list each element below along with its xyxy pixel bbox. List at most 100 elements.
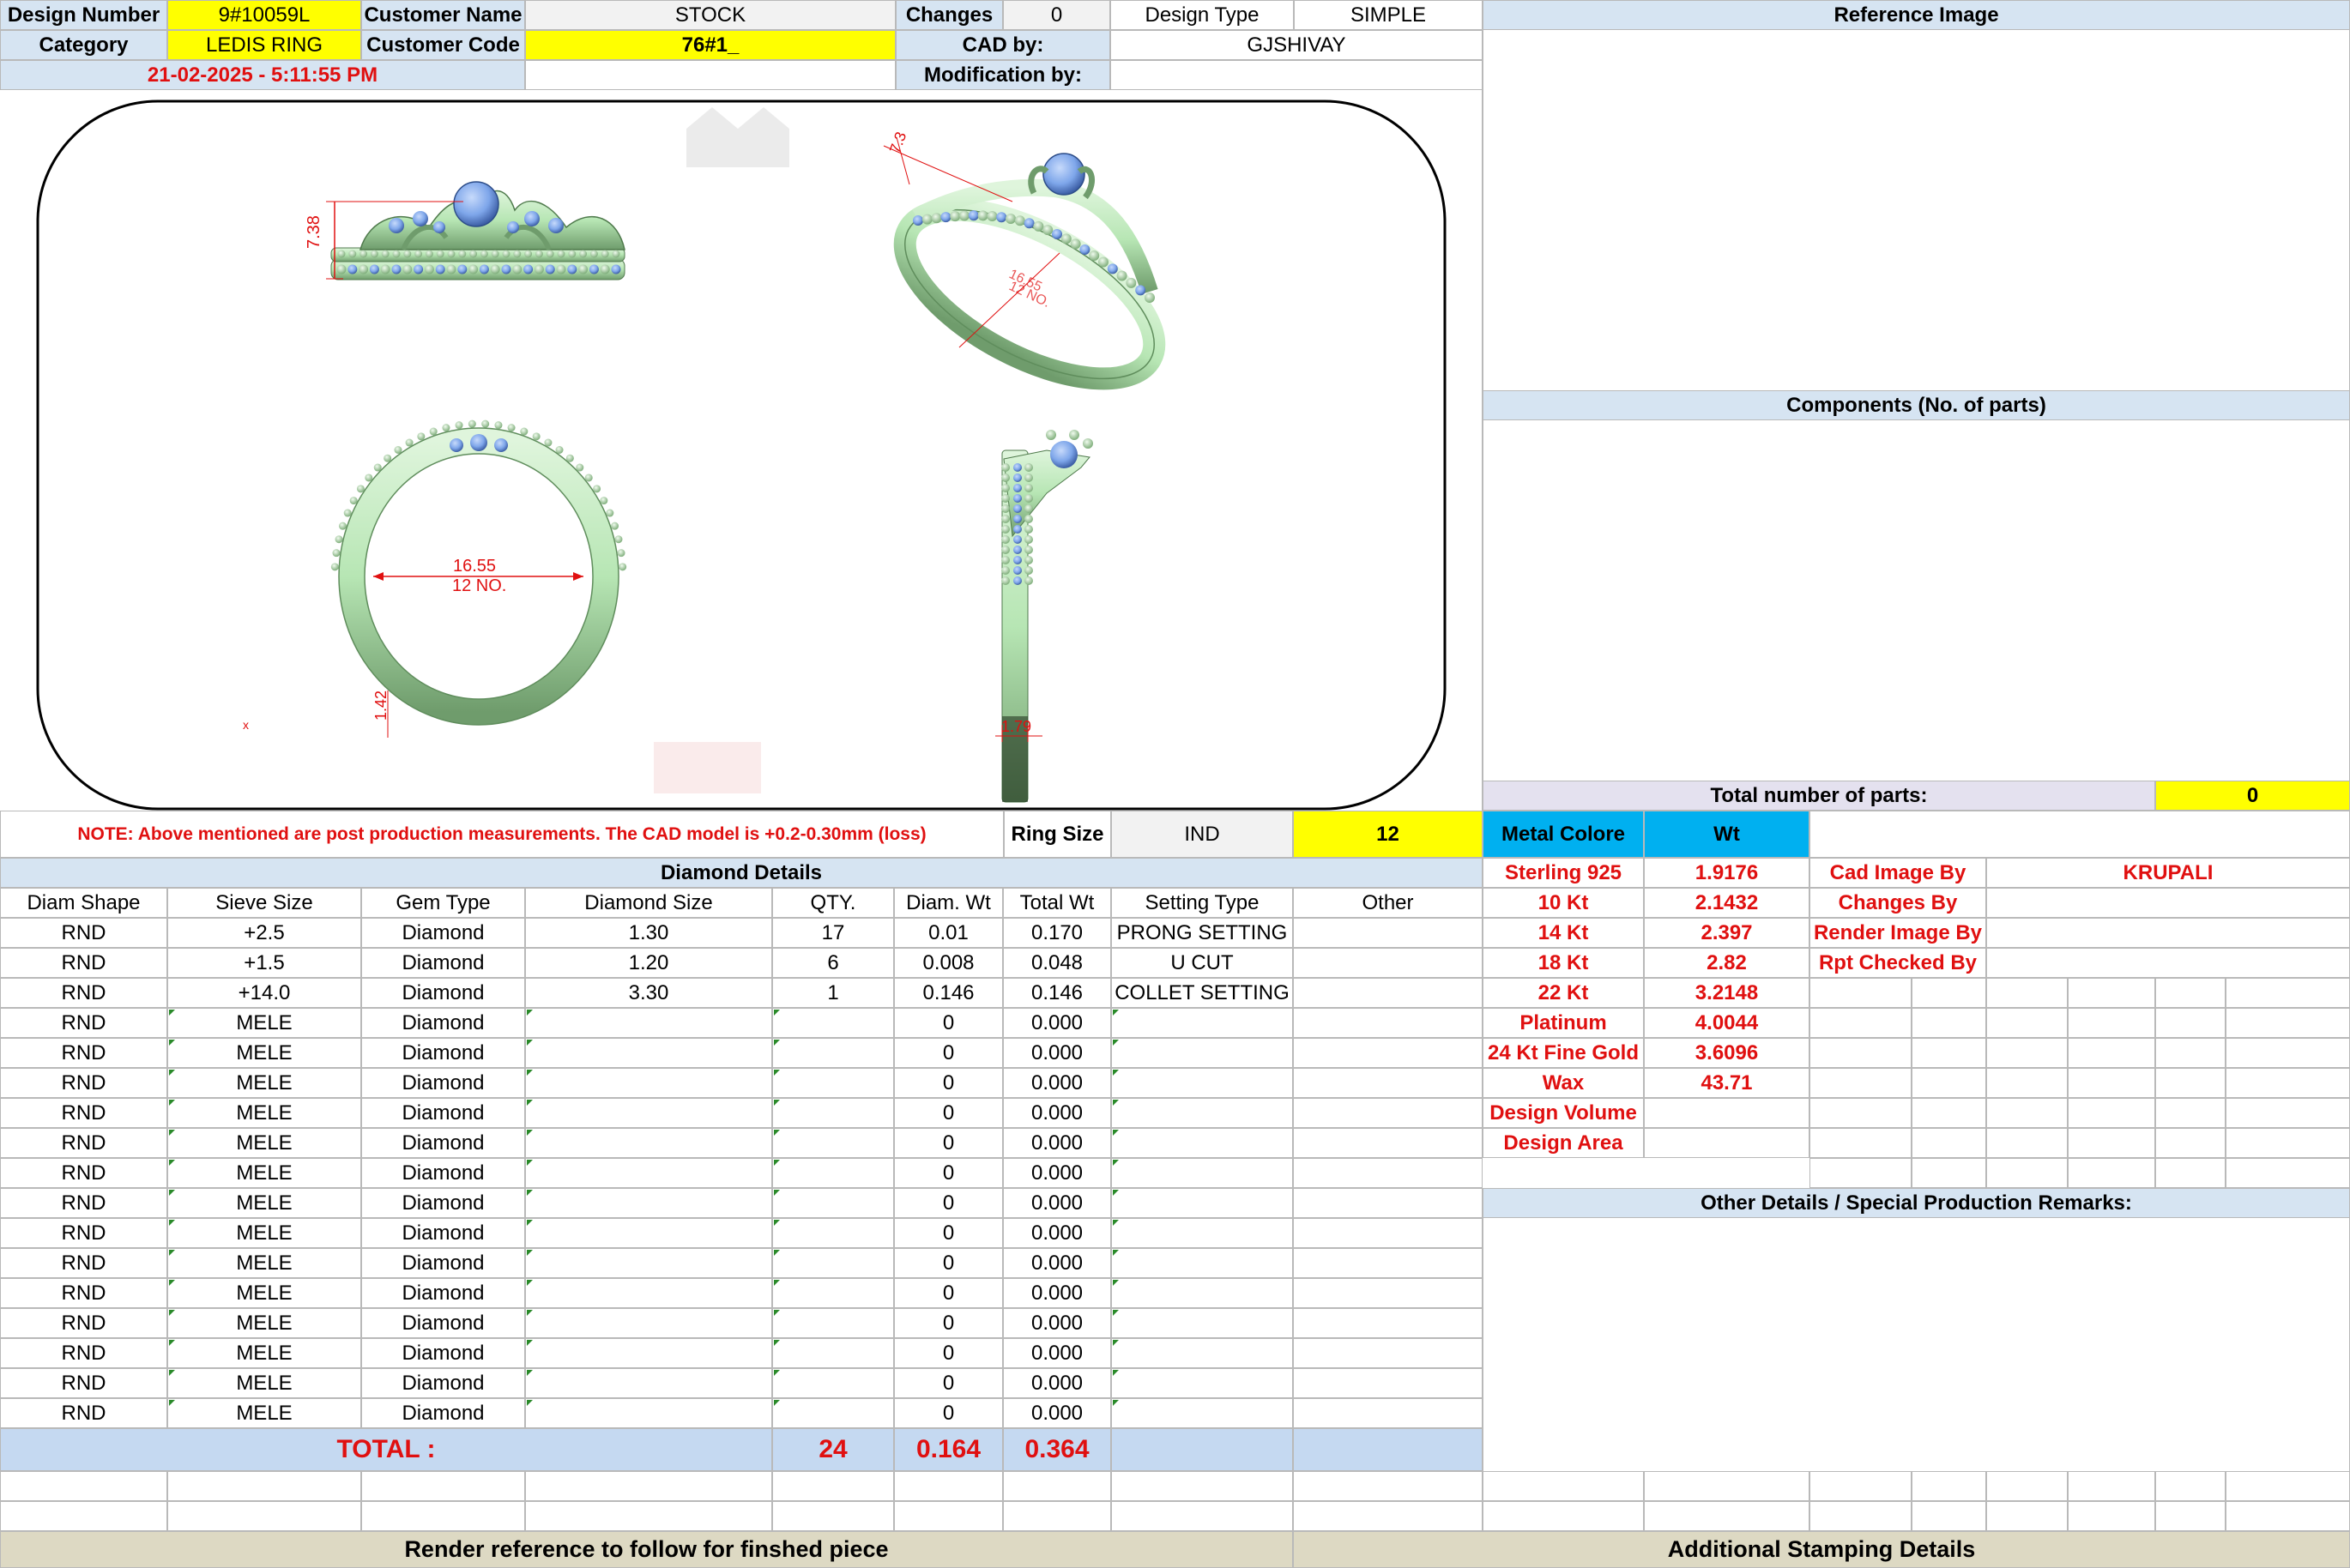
diamond-row-16-total-wt[interactable]: 0.000	[1003, 1368, 1111, 1398]
diamond-row-15-other[interactable]	[1293, 1338, 1483, 1368]
diamond-row-10-sieve-size[interactable]: MELE	[167, 1188, 361, 1218]
diamond-row-6-total-wt[interactable]: 0.000	[1003, 1068, 1111, 1098]
blank-grid-cell[interactable]	[2226, 1471, 2350, 1501]
diamond-row-17-qty[interactable]	[772, 1398, 894, 1428]
remark-grid-cell[interactable]	[2068, 1038, 2155, 1068]
diamond-row-17-other[interactable]	[1293, 1398, 1483, 1428]
blank-grid-cell[interactable]	[2226, 1501, 2350, 1531]
diamond-row-3-qty[interactable]: 1	[772, 978, 894, 1008]
diamond-row-6-other[interactable]	[1293, 1068, 1483, 1098]
diamond-row-15-total-wt[interactable]: 0.000	[1003, 1338, 1111, 1368]
remark-grid-cell[interactable]	[1986, 1008, 2068, 1038]
diamond-row-11-gem-type[interactable]: Diamond	[361, 1218, 525, 1248]
ring-size-standard[interactable]: IND	[1111, 811, 1293, 858]
diamond-row-2-gem-type[interactable]: Diamond	[361, 948, 525, 978]
remark-grid-cell[interactable]	[2155, 1038, 2226, 1068]
blank-grid-cell[interactable]	[0, 1471, 167, 1501]
blank-grid-cell[interactable]	[1483, 1501, 1644, 1531]
diamond-row-11-other[interactable]	[1293, 1218, 1483, 1248]
blank-grid-cell[interactable]	[894, 1471, 1003, 1501]
diamond-row-11-diam-shape[interactable]: RND	[0, 1218, 167, 1248]
diamond-row-5-setting-type[interactable]	[1111, 1038, 1293, 1068]
diamond-row-10-other[interactable]	[1293, 1188, 1483, 1218]
diamond-row-1-setting-type[interactable]: PRONG SETTING	[1111, 918, 1293, 948]
diamond-row-4-total-wt[interactable]: 0.000	[1003, 1008, 1111, 1038]
diamond-row-3-other[interactable]	[1293, 978, 1483, 1008]
remark-grid-cell[interactable]	[2068, 1128, 2155, 1158]
diamond-row-13-other[interactable]	[1293, 1278, 1483, 1308]
blank-grid-cell[interactable]	[1293, 1501, 1483, 1531]
customer-name-cell[interactable]: STOCK	[525, 0, 896, 30]
diamond-row-1-diam-shape[interactable]: RND	[0, 918, 167, 948]
diamond-row-12-gem-type[interactable]: Diamond	[361, 1248, 525, 1278]
metal-wt-4[interactable]: 2.82	[1644, 948, 1809, 978]
diamond-row-11-setting-type[interactable]	[1111, 1218, 1293, 1248]
blank-grid-cell[interactable]	[525, 1501, 772, 1531]
blank-grid-cell[interactable]	[167, 1471, 361, 1501]
remark-grid-cell[interactable]	[1809, 1068, 1912, 1098]
diamond-row-17-total-wt[interactable]: 0.000	[1003, 1398, 1111, 1428]
diamond-row-12-setting-type[interactable]	[1111, 1248, 1293, 1278]
blank-grid-cell[interactable]	[2155, 1471, 2226, 1501]
remark-grid-cell[interactable]	[1912, 1158, 1986, 1188]
diamond-row-14-diam-wt[interactable]: 0	[894, 1308, 1003, 1338]
diamond-row-2-sieve-size[interactable]: +1.5	[167, 948, 361, 978]
remark-grid-cell[interactable]	[1986, 978, 2068, 1008]
diamond-row-2-diam-shape[interactable]: RND	[0, 948, 167, 978]
diamond-row-14-total-wt[interactable]: 0.000	[1003, 1308, 1111, 1338]
remark-grid-cell[interactable]	[1809, 1158, 1912, 1188]
diamond-row-3-diam-shape[interactable]: RND	[0, 978, 167, 1008]
blank-grid-cell[interactable]	[1809, 1471, 1912, 1501]
design-number-cell[interactable]: 9#10059L	[167, 0, 361, 30]
diamond-row-13-total-wt[interactable]: 0.000	[1003, 1278, 1111, 1308]
diamond-row-13-setting-type[interactable]	[1111, 1278, 1293, 1308]
diamond-row-15-qty[interactable]	[772, 1338, 894, 1368]
remark-grid-cell[interactable]	[1986, 1068, 2068, 1098]
diamond-row-5-other[interactable]	[1293, 1038, 1483, 1068]
diamond-row-3-setting-type[interactable]: COLLET SETTING	[1111, 978, 1293, 1008]
diamond-row-2-other[interactable]	[1293, 948, 1483, 978]
diamond-row-16-diam-wt[interactable]: 0	[894, 1368, 1003, 1398]
diamond-row-2-total-wt[interactable]: 0.048	[1003, 948, 1111, 978]
remark-grid-cell[interactable]	[1809, 1038, 1912, 1068]
diamond-row-15-setting-type[interactable]	[1111, 1338, 1293, 1368]
remark-grid-cell[interactable]	[2155, 1128, 2226, 1158]
render-image-by-value[interactable]	[1986, 918, 2350, 948]
metal-wt-7[interactable]: 3.6096	[1644, 1038, 1809, 1068]
diamond-row-15-diam-wt[interactable]: 0	[894, 1338, 1003, 1368]
diamond-row-1-diamond-size[interactable]: 1.30	[525, 918, 772, 948]
diamond-row-10-diam-shape[interactable]: RND	[0, 1188, 167, 1218]
diamond-row-17-diam-shape[interactable]: RND	[0, 1398, 167, 1428]
diamond-row-3-diam-wt[interactable]: 0.146	[894, 978, 1003, 1008]
blank-grid-cell[interactable]	[1293, 1471, 1483, 1501]
diamond-row-2-diamond-size[interactable]: 1.20	[525, 948, 772, 978]
diamond-row-16-setting-type[interactable]	[1111, 1368, 1293, 1398]
remark-grid-cell[interactable]	[2226, 978, 2350, 1008]
diamond-row-7-diam-shape[interactable]: RND	[0, 1098, 167, 1128]
diamond-row-6-sieve-size[interactable]: MELE	[167, 1068, 361, 1098]
diamond-row-15-gem-type[interactable]: Diamond	[361, 1338, 525, 1368]
blank-grid-cell[interactable]	[1003, 1471, 1111, 1501]
diamond-row-7-other[interactable]	[1293, 1098, 1483, 1128]
diamond-row-13-diam-wt[interactable]: 0	[894, 1278, 1003, 1308]
remark-grid-cell[interactable]	[1986, 1128, 2068, 1158]
diamond-row-12-sieve-size[interactable]: MELE	[167, 1248, 361, 1278]
remark-grid-cell[interactable]	[2155, 1008, 2226, 1038]
diamond-row-5-diamond-size[interactable]	[525, 1038, 772, 1068]
diamond-row-14-sieve-size[interactable]: MELE	[167, 1308, 361, 1338]
blank-grid-cell[interactable]	[1986, 1501, 2068, 1531]
blank-grid-cell[interactable]	[1809, 1501, 1912, 1531]
remark-grid-cell[interactable]	[2155, 1068, 2226, 1098]
remark-grid-cell[interactable]	[2068, 1068, 2155, 1098]
diamond-row-15-sieve-size[interactable]: MELE	[167, 1338, 361, 1368]
remark-grid-cell[interactable]	[1912, 1098, 1986, 1128]
diamond-row-8-sieve-size[interactable]: MELE	[167, 1128, 361, 1158]
diamond-row-3-gem-type[interactable]: Diamond	[361, 978, 525, 1008]
remark-grid-cell[interactable]	[1809, 1128, 1912, 1158]
blank-grid-cell[interactable]	[2068, 1501, 2155, 1531]
diamond-row-12-diam-wt[interactable]: 0	[894, 1248, 1003, 1278]
metal-wt-1[interactable]: 1.9176	[1644, 858, 1809, 888]
diamond-row-12-other[interactable]	[1293, 1248, 1483, 1278]
diamond-row-14-gem-type[interactable]: Diamond	[361, 1308, 525, 1338]
metal-wt-5[interactable]: 3.2148	[1644, 978, 1809, 1008]
